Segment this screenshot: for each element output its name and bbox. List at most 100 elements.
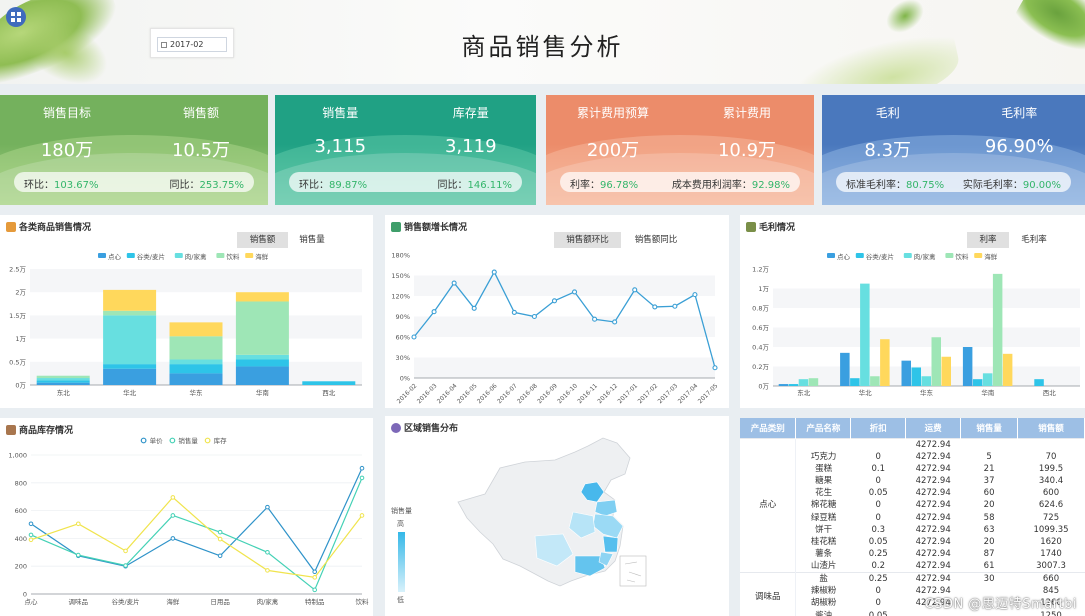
bar (870, 376, 880, 386)
legend-label: 点心 (108, 253, 122, 261)
bar-segment (103, 315, 157, 365)
legend-label: 肉/家禽 (914, 252, 936, 261)
x-tick-label: 2016-11 (576, 382, 599, 405)
app-menu-icon[interactable] (6, 7, 26, 27)
kpi-comparison: 同比：253.75% (170, 176, 245, 191)
table-cell: 0 (875, 475, 881, 486)
kpi-comparison-label: 标准毛利率： (846, 180, 906, 191)
data-point (123, 548, 128, 554)
kpi-comparison-label: 利率： (570, 180, 600, 191)
data-point (217, 536, 223, 542)
kpi-card: 销售目标 销售额 180万 10.5万 环比：103.67% 同比：253.75% (0, 95, 268, 205)
product-table-panel: 产品类别 产品名称 折扣 运费 销售量 销售额 点心 4272.94 巧克力 0 4272.94 5 7… (740, 418, 1085, 616)
china-map[interactable] (385, 416, 729, 616)
y-tick-label: 0.8万 (752, 305, 769, 313)
page-title: 商品销售分析 (461, 33, 624, 61)
table-cell: 花生 (815, 488, 833, 499)
kpi-label: 累计费用预算 (576, 106, 649, 120)
kpi-comparison-label: 同比： (169, 180, 200, 191)
table-cell: 0 (875, 500, 881, 511)
bar (911, 367, 921, 386)
column-header[interactable]: 销售额 (1017, 418, 1085, 438)
column-header[interactable]: 折扣 (850, 418, 907, 438)
data-point (217, 529, 223, 535)
table-row[interactable]: 调味品盐 0.25 4272.94 30 660 (740, 572, 1085, 616)
category-cell: 调味品 (740, 572, 797, 616)
column-header[interactable]: 产品名称 (795, 418, 852, 438)
x-tick-label: 2016-09 (536, 382, 559, 405)
sales-stacked-bar-chart: 点心 谷类/麦片 肉/家禽 饮料 海鲜 0万 0.5万 1万 1.5万 2万 2.5万东北 华北 华东 华… (9, 252, 362, 397)
kpi-comparison: 标准毛利率：80.75% (846, 176, 944, 191)
column-header[interactable]: 销售量 (960, 418, 1019, 438)
y-tick-label: 1万 (15, 335, 26, 343)
data-point (491, 269, 497, 275)
y-tick-label: 400 (15, 535, 27, 543)
legend-label: 饮料 (226, 252, 240, 261)
kpi-comparison: 实际毛利率：90.00% (963, 176, 1061, 191)
kpi-comparison-label: 环比： (24, 180, 54, 191)
data-point (531, 313, 537, 320)
table-cell: 5 (986, 451, 992, 462)
legend-label: 点心 (837, 253, 851, 261)
product-table: 产品类别 产品名称 折扣 运费 销售量 销售额 点心 4272.94 巧克力 0 4272.94 5 7… (740, 418, 1085, 616)
y-tick-label: 180% (391, 252, 410, 260)
table-cell: 0.05 (868, 610, 888, 616)
y-tick-label: 0万 (15, 382, 26, 390)
kpi-value: 10.9万 (717, 140, 777, 161)
table-cell: 蛋糕 (815, 463, 833, 474)
y-tick-label: 200 (15, 563, 27, 571)
bar-segment (36, 378, 90, 381)
table-cell: 盐 (795, 572, 851, 586)
watermark: CSDN @思迈特Smartbi (924, 597, 1077, 612)
table-cell: 0.25 (850, 572, 906, 586)
sales-growth-line-chart: 0%30%60%90%120%150%180%2016-022016-03201… (391, 252, 719, 406)
grid-band (414, 357, 715, 378)
y-tick-label: 120% (391, 293, 410, 301)
legend-swatch (827, 253, 835, 258)
x-tick-label: 特制品 (305, 597, 325, 606)
data-point (431, 309, 437, 315)
bar-segment (169, 359, 223, 365)
kpi-comparison-value: 80.75% (906, 180, 945, 191)
table-cell: 0.1 (871, 463, 885, 474)
table-cell: 199.5 (1038, 463, 1064, 474)
kpi-label: 库存量 (452, 106, 489, 120)
legend-swatch (903, 253, 912, 258)
table-cell: 4272.94 (915, 524, 951, 535)
table-cell: 63 (983, 524, 995, 535)
x-tick-label: 东北 (797, 388, 811, 397)
data-point (359, 465, 365, 471)
legend-swatch (174, 253, 183, 258)
grid-band (414, 316, 715, 337)
y-tick-label: 150% (391, 272, 410, 280)
y-tick-label: 800 (15, 479, 27, 487)
table-cell: 87 (983, 549, 995, 560)
table-cell: 1740 (1040, 549, 1062, 560)
gross-profit-bar-chart: 点心 谷类/麦片 肉/家禽 饮料 海鲜 0万 0.2万 0.4万 0.6万 0.8万 1万 1.2万东… (752, 252, 1080, 397)
data-point (592, 316, 598, 322)
bar-segment (36, 382, 90, 385)
column-header[interactable]: 运费 (905, 418, 962, 438)
table-cell (960, 437, 1018, 451)
table-row[interactable]: 点心 4272.94 (740, 437, 1085, 573)
kpi-comparison-label: 实际毛利率： (962, 180, 1023, 191)
table-cell: 725 (1042, 512, 1060, 523)
kpi-label: 毛利率 (1001, 106, 1038, 120)
kpi-comparison-label: 同比： (437, 180, 468, 191)
kpi-comparison-bar: 环比：89.87% 同比：146.11% (289, 172, 522, 192)
table-cell: 4272.94 (915, 463, 951, 474)
series-line (30, 477, 363, 591)
table-cell: 3007.3 (1036, 561, 1066, 572)
table-cell: 0.2 (871, 561, 885, 572)
gross-profit-panel: 毛利情况 利率 毛利率 点心 谷类/麦片 肉/家禽 饮料 海鲜 0万 0.2万 0.4万 0.6… (740, 215, 1085, 408)
table-cell: 21 (983, 463, 995, 474)
column-header[interactable]: 产品类别 (740, 418, 797, 438)
legend-label: 谷类/麦片 (866, 252, 894, 261)
x-tick-label: 2016-03 (416, 382, 439, 405)
kpi-label: 销售额 (182, 106, 219, 120)
legend-swatch (245, 253, 254, 258)
legend-swatch (140, 437, 147, 444)
x-tick-label: 2017-02 (637, 382, 660, 405)
kpi-comparison: 同比：146.11% (438, 176, 513, 191)
bar-segment (103, 310, 157, 316)
